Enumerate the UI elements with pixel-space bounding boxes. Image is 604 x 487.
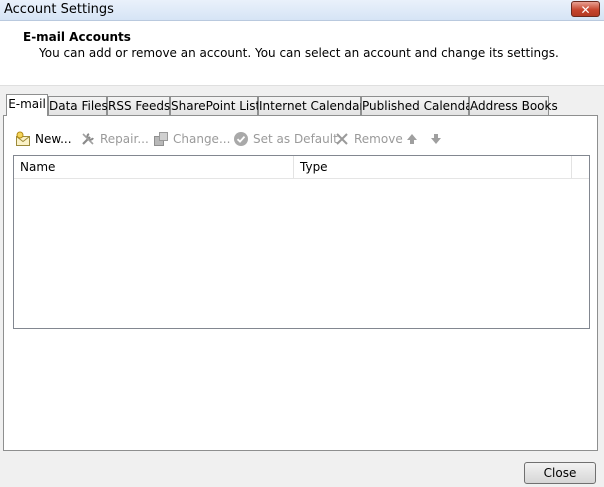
column-header-name[interactable]: Name xyxy=(14,156,294,179)
tab-internet-calendars[interactable]: Internet Calendars xyxy=(258,96,371,115)
column-header-type[interactable]: Type xyxy=(294,156,572,179)
repair-button[interactable]: Repair... xyxy=(80,131,149,147)
repair-label: Repair... xyxy=(100,132,149,146)
move-down-button[interactable] xyxy=(428,131,442,147)
tab-published-calendars[interactable]: Published Calendars xyxy=(361,96,484,115)
change-button[interactable]: Change... xyxy=(153,131,230,147)
arrow-up-icon xyxy=(407,134,417,144)
title-bar[interactable]: Account Settings ✕ xyxy=(0,0,604,21)
account-settings-window: Account Settings ✕ E-mail Accounts You c… xyxy=(0,0,604,487)
remove-label: Remove xyxy=(354,132,403,146)
section-description: You can add or remove an account. You ca… xyxy=(39,46,559,60)
remove-x-icon xyxy=(336,133,348,145)
section-title: E-mail Accounts xyxy=(23,30,131,44)
close-icon: ✕ xyxy=(580,3,591,17)
change-icon xyxy=(154,132,168,146)
remove-button[interactable]: Remove xyxy=(334,131,403,147)
column-header-filler xyxy=(572,156,589,179)
tab-data-files[interactable]: Data Files xyxy=(48,96,108,115)
repair-tools-icon xyxy=(82,133,94,145)
checkmark-icon xyxy=(234,132,248,146)
arrow-down-icon xyxy=(431,134,441,144)
close-button[interactable]: Close xyxy=(524,462,596,484)
window-close-button[interactable]: ✕ xyxy=(571,1,600,17)
tab-rss-feeds[interactable]: RSS Feeds xyxy=(107,96,170,115)
set-as-default-label: Set as Default xyxy=(253,132,338,146)
new-account-icon xyxy=(16,131,30,146)
tab-address-books[interactable]: Address Books xyxy=(469,96,558,115)
move-up-button[interactable] xyxy=(404,131,418,147)
change-label: Change... xyxy=(173,132,231,146)
new-label: New... xyxy=(35,132,72,146)
tab-sharepoint-lists[interactable]: SharePoint Lists xyxy=(170,96,266,115)
new-button[interactable]: New... xyxy=(15,131,73,147)
accounts-list[interactable]: Name Type xyxy=(13,155,590,329)
tab-email[interactable]: E-mail xyxy=(6,94,48,116)
header-section: E-mail Accounts You can add or remove an… xyxy=(0,21,604,86)
window-title: Account Settings xyxy=(4,2,114,17)
set-as-default-button[interactable]: Set as Default xyxy=(233,131,338,147)
